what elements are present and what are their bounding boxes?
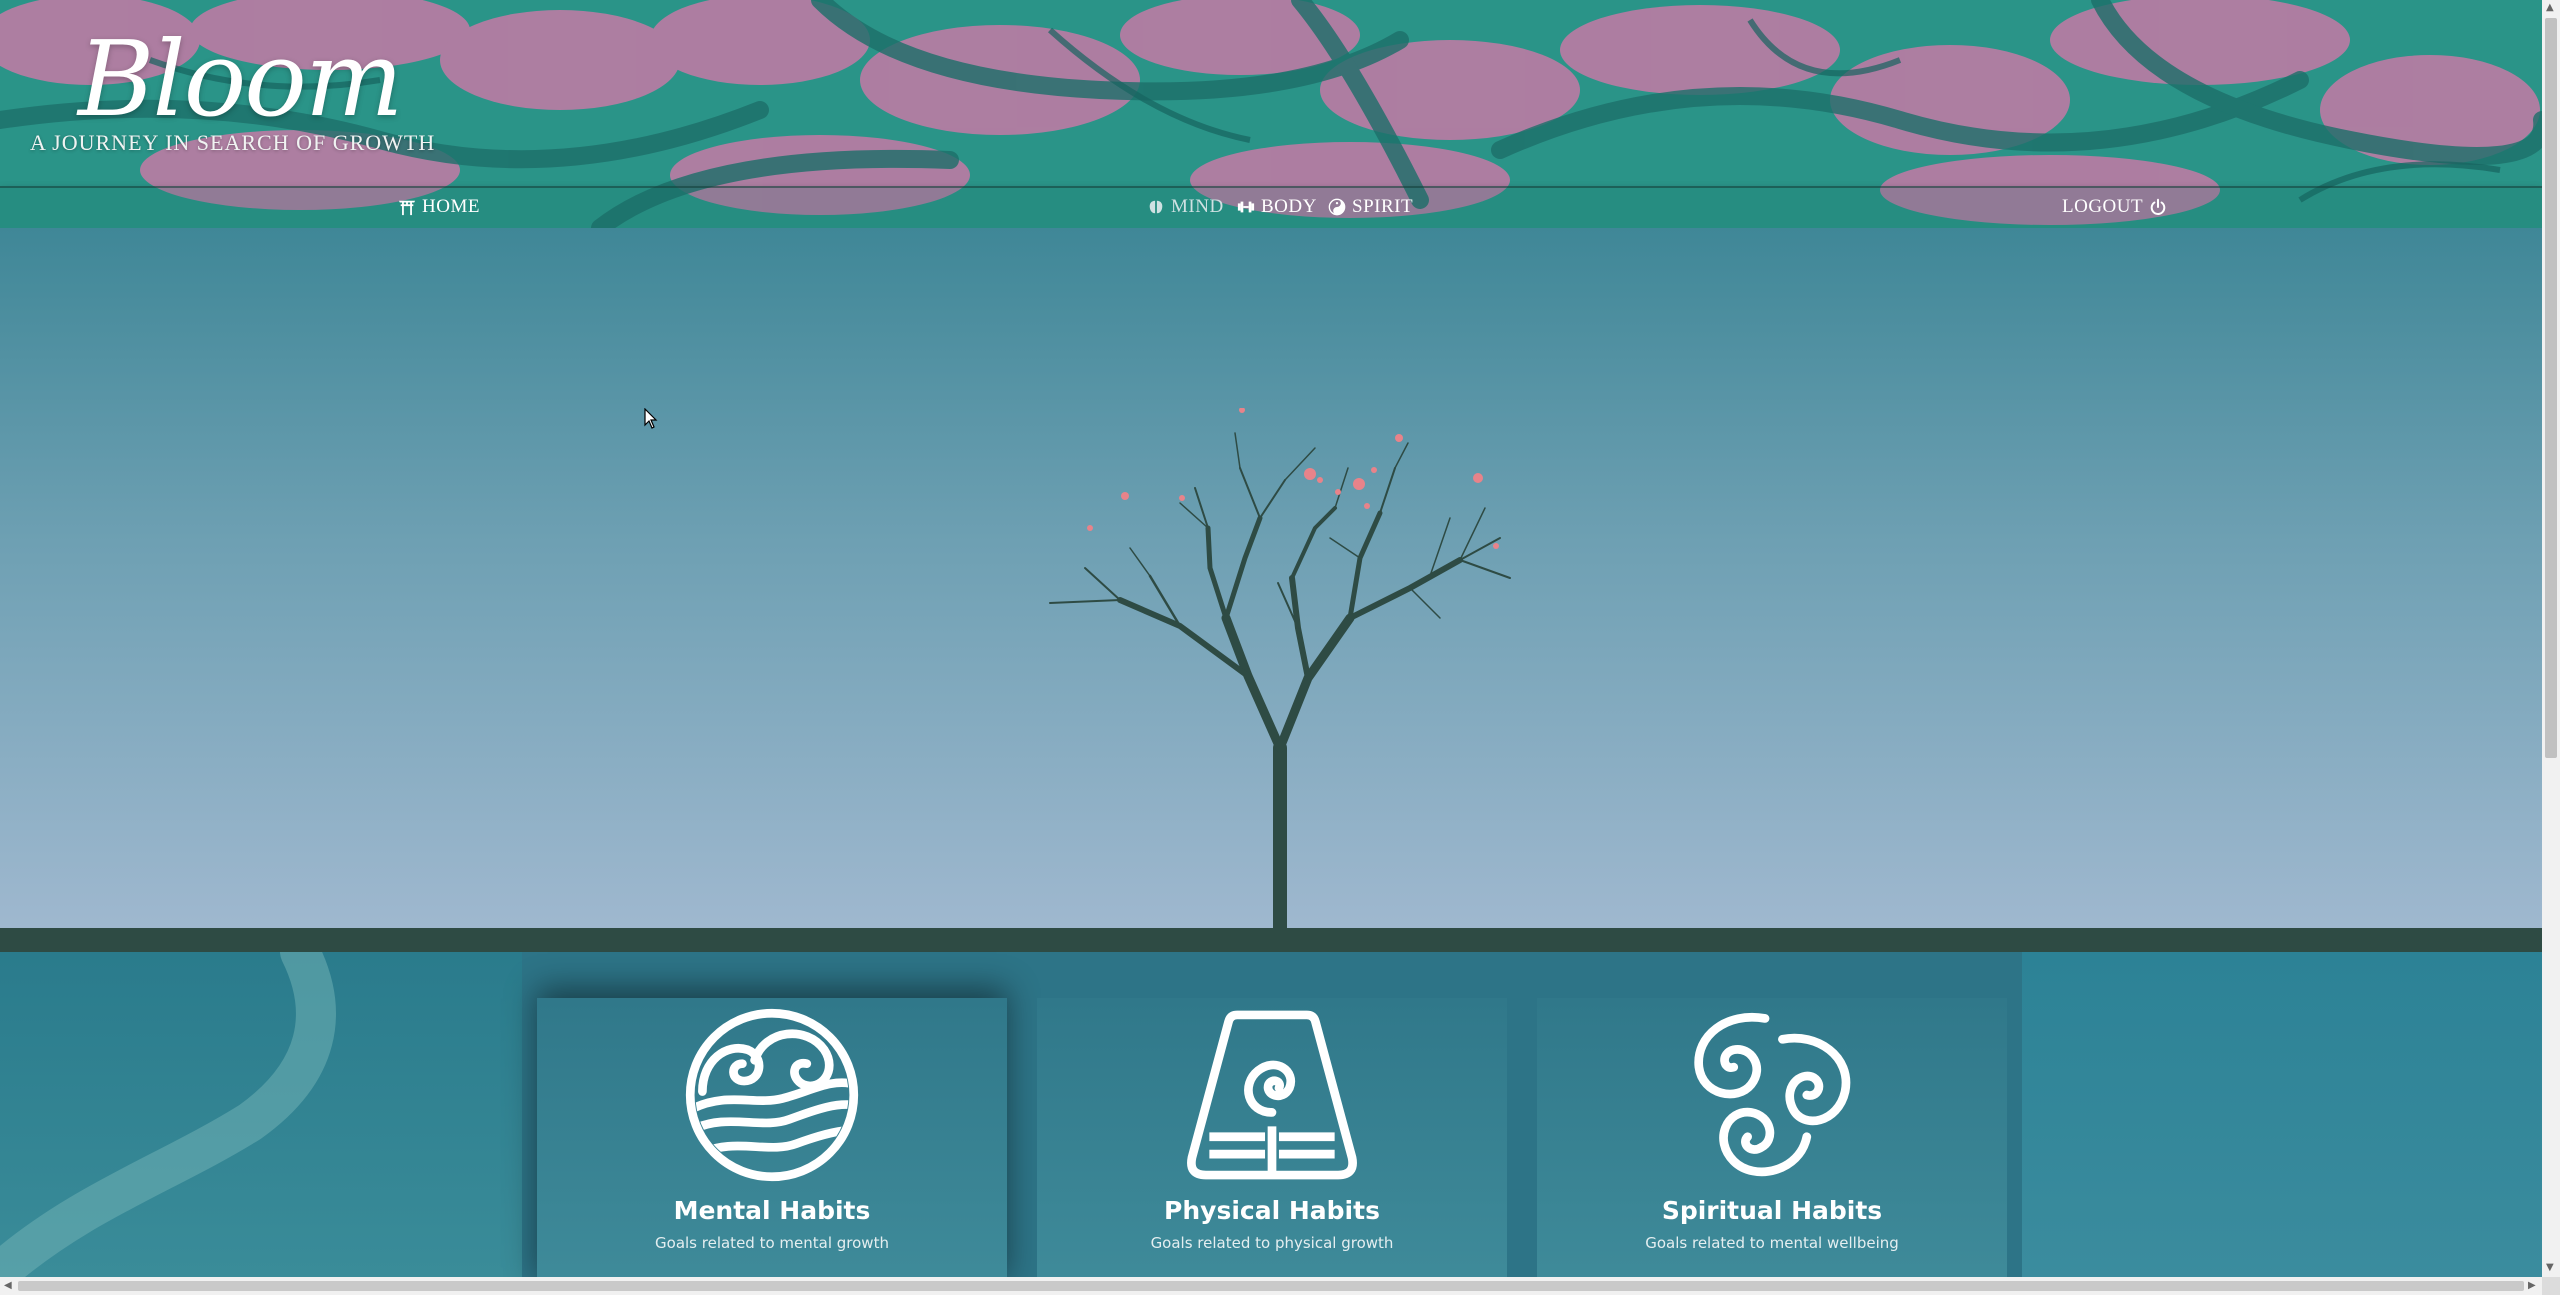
mental-habits-card[interactable]: Mental Habits Goals related to mental gr…: [537, 998, 1007, 1288]
scroll-left-arrow-icon[interactable]: ◀: [4, 1280, 12, 1291]
habit-title: Mental Habits: [673, 1196, 871, 1225]
nav-body-label: Body: [1261, 196, 1317, 217]
nav-body-link[interactable]: Body: [1237, 196, 1317, 218]
habit-description: Goals related to mental wellbeing: [1645, 1234, 1899, 1252]
scroll-down-arrow-icon[interactable]: ▼: [2546, 1262, 2554, 1273]
spiritual-habits-card[interactable]: Spiritual Habits Goals related to mental…: [1537, 998, 2007, 1288]
habit-description: Goals related to physical growth: [1150, 1234, 1394, 1252]
water-element-icon: [685, 1008, 859, 1182]
scroll-up-arrow-icon[interactable]: ▲: [2546, 2, 2554, 13]
habit-title: Spiritual Habits: [1661, 1196, 1883, 1225]
brand-tagline: A journey in search of growth: [30, 130, 436, 155]
nav-mind-label: Mind: [1171, 196, 1224, 217]
habits-section: Mental Habits Goals related to mental gr…: [0, 952, 2542, 1288]
yin-yang-icon: [1328, 198, 1346, 216]
blossom-tree-illustration: [1049, 408, 1511, 928]
vertical-scrollbar-thumb[interactable]: [2545, 18, 2557, 758]
brand-title: Bloom: [78, 18, 404, 140]
air-element-icon: [1694, 1012, 1851, 1177]
ground-strip: [0, 928, 2542, 952]
nav-mind-link[interactable]: Mind: [1147, 196, 1224, 218]
main-navbar: Home Mind Body Spiri: [0, 186, 2542, 228]
power-icon: [2150, 198, 2166, 215]
river-decoration: [0, 952, 336, 1277]
nav-logout-label: Logout: [2062, 196, 2144, 217]
habit-title: Physical Habits: [1164, 1196, 1380, 1225]
scroll-right-arrow-icon[interactable]: ▶: [2528, 1280, 2536, 1291]
scrollbar-corner: [2542, 1277, 2560, 1295]
habit-description: Goals related to mental growth: [655, 1234, 889, 1252]
nav-home-label: Home: [422, 196, 480, 217]
vertical-scrollbar[interactable]: ▲ ▼: [2542, 0, 2560, 1277]
nav-spirit-label: Spirit: [1352, 196, 1414, 217]
dumbbell-icon: [1237, 201, 1255, 213]
habits-center-panel: Mental Habits Goals related to mental gr…: [522, 952, 2022, 1288]
torii-gate-icon: [398, 200, 416, 216]
mouse-cursor-icon: [644, 408, 658, 429]
hero-sky: [0, 228, 2542, 928]
brain-icon: [1149, 200, 1163, 214]
site-header: Bloom A journey in search of growth Home…: [0, 0, 2542, 228]
nav-spirit-link[interactable]: Spirit: [1328, 196, 1413, 218]
horizontal-scrollbar-thumb[interactable]: [18, 1281, 2524, 1291]
physical-habits-card[interactable]: Physical Habits Goals related to physica…: [1037, 998, 1507, 1288]
earth-element-icon: [1187, 1010, 1357, 1180]
habits-right-panel: [2022, 952, 2542, 1277]
nav-home-link[interactable]: Home: [398, 196, 480, 218]
nav-logout-link[interactable]: Logout: [2062, 196, 2167, 218]
habits-left-panel: [0, 952, 522, 1277]
horizontal-scrollbar[interactable]: ◀ ▶: [0, 1277, 2542, 1295]
